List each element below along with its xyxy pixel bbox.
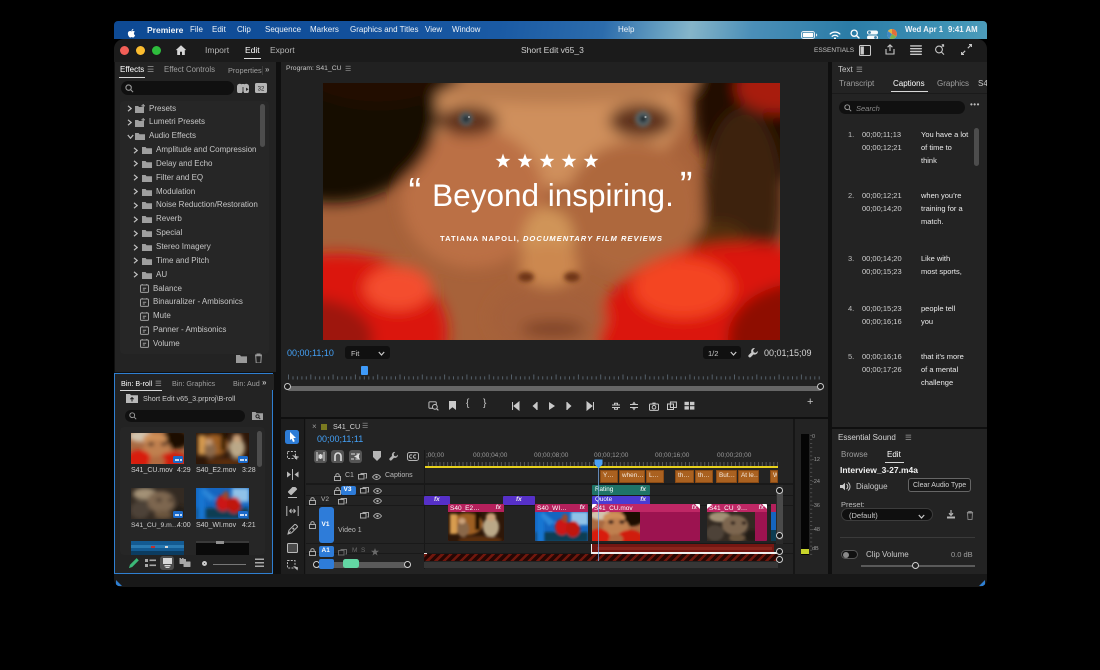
svg-text:32: 32 xyxy=(258,87,265,93)
